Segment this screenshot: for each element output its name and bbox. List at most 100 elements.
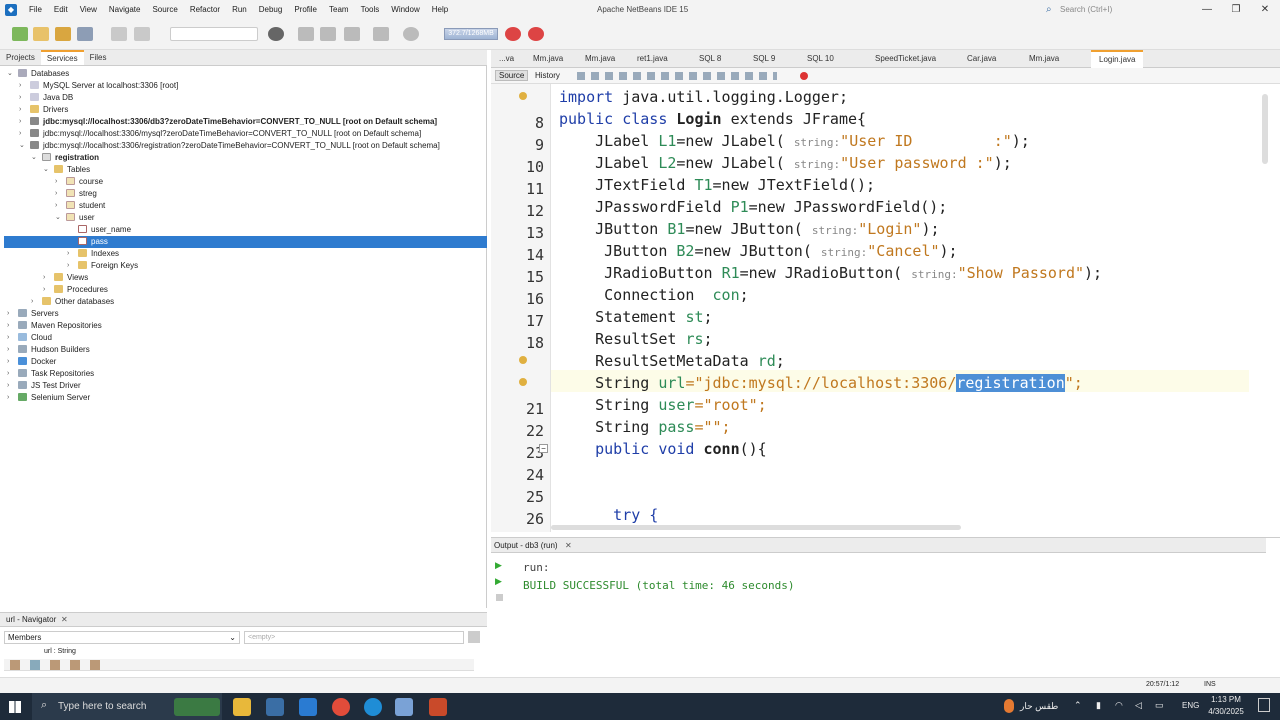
tree-js-test-driver[interactable]: JS Test Driver	[18, 380, 81, 392]
hint-bulb-icon[interactable]	[519, 378, 527, 386]
expand-icon[interactable]: ›	[19, 92, 21, 104]
expand-icon[interactable]: ›	[67, 260, 69, 272]
filter-icon[interactable]	[90, 660, 100, 670]
build-icon[interactable]	[298, 27, 314, 41]
expand-icon[interactable]: ›	[7, 356, 9, 368]
menu-view[interactable]: View	[74, 0, 103, 20]
code-area[interactable]: import java.util.logging.Logger; public …	[551, 84, 1280, 532]
menu-refactor[interactable]: Refactor	[184, 0, 226, 20]
tree-servers[interactable]: Servers	[18, 308, 59, 320]
expand-icon[interactable]: ›	[7, 308, 9, 320]
editor-tab[interactable]: SpeedTicket.java	[875, 50, 936, 68]
tree-foreign-keys[interactable]: Foreign Keys	[78, 260, 138, 272]
record-macro-icon[interactable]	[800, 72, 808, 80]
expand-icon[interactable]: ›	[43, 272, 45, 284]
gc-icon[interactable]	[505, 27, 521, 41]
fold-icon[interactable]: −	[539, 444, 548, 453]
expand-icon[interactable]: ›	[7, 380, 9, 392]
tab-services[interactable]: Services	[40, 50, 84, 65]
config-dropdown[interactable]	[170, 27, 258, 41]
menu-navigate[interactable]: Navigate	[103, 0, 147, 20]
collapse-icon[interactable]: ⌄	[7, 68, 13, 80]
open-project-icon[interactable]	[55, 27, 71, 41]
collapse-icon[interactable]: ⌄	[43, 164, 49, 176]
editor-tab[interactable]: SQL 9	[753, 50, 775, 68]
globe-icon[interactable]	[268, 27, 284, 41]
editor-tab[interactable]: ...va	[499, 50, 514, 68]
tree-task-repositories[interactable]: Task Repositories	[18, 368, 94, 380]
search-input[interactable]: ⌕ Search (Ctrl+I)	[1046, 3, 1188, 17]
editor-tab[interactable]: SQL 10	[807, 50, 834, 68]
close-icon[interactable]: ✕	[565, 541, 572, 550]
close-icon[interactable]: ✕	[61, 615, 68, 624]
network-icon[interactable]: ▮	[1096, 700, 1101, 711]
collapse-icon[interactable]: ⌄	[31, 152, 37, 164]
maximize-button[interactable]: ❐	[1222, 0, 1250, 20]
debug-icon[interactable]	[373, 27, 389, 41]
wifi-icon[interactable]: ◠	[1115, 700, 1123, 711]
tree-mysql-server[interactable]: MySQL Server at localhost:3306 [root]	[30, 80, 178, 92]
tree-schema-registration[interactable]: registration	[42, 152, 99, 164]
stop-icon[interactable]	[496, 594, 503, 601]
tree-docker[interactable]: Docker	[18, 356, 56, 368]
source-button[interactable]: Source	[495, 70, 529, 81]
language-indicator[interactable]: ENG	[1182, 701, 1199, 710]
tree-other-databases[interactable]: Other databases	[42, 296, 114, 308]
members-select[interactable]: Members ⌄	[4, 631, 240, 644]
windows-start-icon[interactable]	[9, 701, 21, 713]
horizontal-scrollbar[interactable]	[551, 525, 961, 530]
clock-date[interactable]: 4/30/2025	[1204, 707, 1248, 716]
redo-icon[interactable]	[134, 27, 150, 41]
tree-databases[interactable]: Databases	[18, 68, 69, 80]
tree-cloud[interactable]: Cloud	[18, 332, 52, 344]
tree-column-pass[interactable]: pass	[78, 236, 108, 248]
tree-connection-registration[interactable]: jdbc:mysql://localhost:3306/registration…	[30, 140, 440, 152]
expand-icon[interactable]: ›	[19, 116, 21, 128]
tree-indexes[interactable]: Indexes	[78, 248, 119, 260]
tree-hudson-builders[interactable]: Hudson Builders	[18, 344, 90, 356]
expand-icon[interactable]: ›	[31, 296, 33, 308]
menu-window[interactable]: Window	[385, 0, 425, 20]
close-button[interactable]: ✕	[1251, 0, 1279, 20]
filter-icon[interactable]	[30, 660, 40, 670]
mail-icon[interactable]	[299, 698, 317, 716]
expand-icon[interactable]: ›	[67, 248, 69, 260]
vertical-scrollbar[interactable]	[1262, 94, 1268, 164]
run-icon[interactable]	[344, 27, 360, 41]
hint-bulb-icon[interactable]	[519, 356, 527, 364]
filter-icon[interactable]	[70, 660, 80, 670]
file-explorer-icon[interactable]	[233, 698, 251, 716]
expand-icon[interactable]: ›	[19, 128, 21, 140]
tree-table-course[interactable]: course	[66, 176, 103, 188]
undo-icon[interactable]	[111, 27, 127, 41]
expand-icon[interactable]: ›	[43, 284, 45, 296]
expand-icon[interactable]: ›	[7, 344, 9, 356]
expand-icon[interactable]: ›	[19, 104, 21, 116]
expand-icon[interactable]: ›	[55, 176, 57, 188]
save-all-icon[interactable]	[77, 27, 93, 41]
rerun-different-icon[interactable]: ▶	[495, 576, 502, 587]
collapse-icon[interactable]: ⌄	[55, 212, 61, 224]
chrome-icon[interactable]	[332, 698, 350, 716]
editor-tab[interactable]: Mm.java	[585, 50, 615, 68]
menu-debug[interactable]: Debug	[253, 0, 289, 20]
editor-tab[interactable]: SQL 8	[699, 50, 721, 68]
tree-column-user-name[interactable]: user_name	[78, 224, 131, 236]
menu-help[interactable]: Help	[426, 0, 454, 20]
tab-files[interactable]: Files	[84, 50, 113, 65]
editor-tab[interactable]: ret1.java	[637, 50, 668, 68]
collapse-icon[interactable]: ⌄	[19, 140, 25, 152]
edge-icon[interactable]	[364, 698, 382, 716]
tree-drivers[interactable]: Drivers	[30, 104, 68, 116]
tree-java-db[interactable]: Java DB	[30, 92, 73, 104]
editor-tab[interactable]: Car.java	[967, 50, 996, 68]
expand-icon[interactable]: ›	[55, 188, 57, 200]
battery-icon[interactable]: ▭	[1155, 700, 1164, 711]
tree-maven-repositories[interactable]: Maven Repositories	[18, 320, 102, 332]
profile-icon[interactable]	[403, 27, 419, 41]
clock-time[interactable]: 1:13 PM	[1206, 695, 1246, 704]
expand-icon[interactable]: ›	[7, 320, 9, 332]
clean-build-icon[interactable]	[320, 27, 336, 41]
filter-icon[interactable]	[10, 660, 20, 670]
xampp-icon[interactable]	[429, 698, 447, 716]
